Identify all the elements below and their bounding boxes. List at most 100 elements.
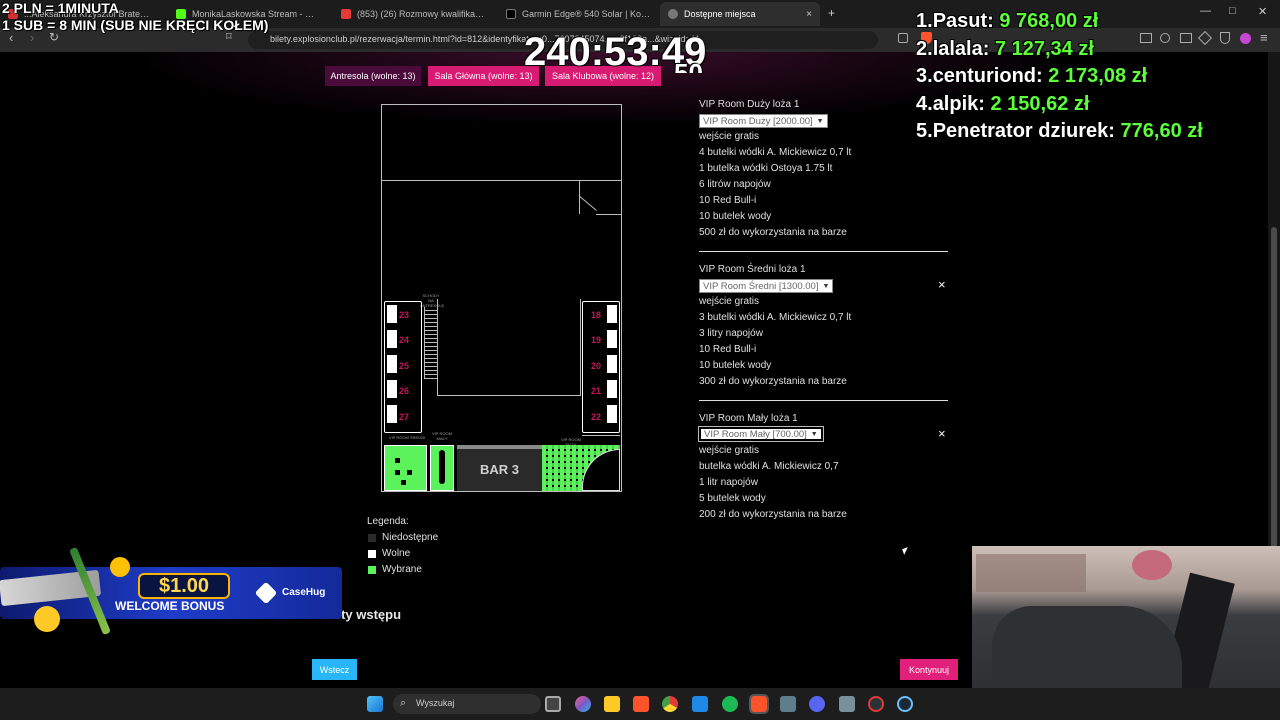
remove-icon[interactable]: ×	[938, 426, 946, 441]
reservation-title: VIP Room Duży loża 1	[699, 99, 800, 110]
garmin-icon	[506, 9, 516, 19]
share-icon[interactable]	[898, 33, 908, 43]
leaderboard-row: 5.Penetrator dziurek: 776,60 zł	[916, 120, 1203, 142]
legend-label: Wybrane	[382, 564, 422, 575]
seat-number[interactable]: 18	[591, 310, 601, 320]
browser-tab-active[interactable]: Dostępne miejsca ×	[660, 2, 820, 26]
vpn-icon[interactable]	[1220, 32, 1230, 44]
booth-seats-left	[387, 305, 397, 429]
maximize-icon[interactable]: □	[1229, 5, 1236, 17]
divider	[699, 400, 948, 401]
seat-dot	[401, 480, 406, 485]
tab-antresola[interactable]: Antresola (wolne: 13)	[325, 66, 421, 86]
browser-tab[interactable]: (853) (26) Rozmowy kwalifikacyjne pi	[333, 2, 495, 26]
webcam-shelf	[976, 554, 1086, 592]
obs-icon[interactable]	[868, 696, 884, 712]
package-item: 10 butelek wody	[699, 360, 772, 371]
notepad-icon[interactable]	[839, 696, 855, 712]
package-item: butelka wódki A. Mickiewicz 0,7	[699, 461, 839, 472]
taskbar-search[interactable]: ⌕ Wyszukaj	[393, 694, 541, 714]
plan-wall	[382, 180, 621, 181]
coin-icon	[110, 557, 130, 577]
plan-wall	[582, 435, 620, 436]
spotify-icon[interactable]	[722, 696, 738, 712]
package-item: 5 butelek wody	[699, 493, 766, 504]
discord-icon[interactable]	[809, 696, 825, 712]
vip-maly-select[interactable]: VIP Room Mały [700.00] ▼	[698, 426, 824, 442]
webcam-plush	[1132, 550, 1172, 580]
extensions-icon[interactable]	[1140, 33, 1152, 43]
plan-wall	[579, 196, 597, 211]
legend-swatch	[368, 550, 376, 558]
back-button[interactable]: Wstecz	[312, 659, 357, 680]
package-item: wejście gratis	[699, 445, 760, 456]
music-icon[interactable]	[1160, 33, 1170, 43]
package-item: 10 Red Bull-i	[699, 344, 757, 355]
minimize-icon[interactable]: —	[1200, 5, 1211, 17]
package-item: 300 zł do wykorzystania na barze	[699, 376, 847, 387]
vip-duzy-select[interactable]: VIP Room Duży [2000.00] ▼	[699, 114, 828, 128]
chevron-down-icon: ▼	[810, 430, 818, 438]
file-explorer-icon[interactable]	[604, 696, 620, 712]
seat-number[interactable]: 21	[591, 386, 601, 396]
legend-title: Legenda:	[367, 516, 409, 527]
reservation-title: VIP Room Mały loża 1	[699, 413, 798, 424]
seat-number[interactable]: 20	[591, 361, 601, 371]
package-item: wejście gratis	[699, 296, 760, 307]
close-tab-icon[interactable]: ×	[800, 9, 812, 20]
vip-srednie-label: VIP ROOM ŚREDNI	[388, 435, 426, 440]
package-item: 4 butelki wódki A. Mickiewicz 0,7 lt	[699, 147, 852, 158]
vip-sredni-select[interactable]: VIP Room Średni [1300.00] ▼	[699, 279, 834, 293]
seat-dot	[407, 470, 412, 475]
seat-number[interactable]: 22	[591, 412, 601, 422]
seat-number[interactable]: 23	[399, 310, 409, 320]
ad-amount: $1.00	[138, 573, 230, 599]
legend-swatch	[368, 534, 376, 542]
brave-active-icon[interactable]	[749, 694, 769, 714]
seat-number[interactable]: 19	[591, 335, 601, 345]
calculator-icon[interactable]	[780, 696, 796, 712]
browser-tab[interactable]: Garmin Edge® 540 Solar | Komputer	[498, 2, 660, 26]
windows-start-icon[interactable]	[367, 696, 383, 712]
package-item: 10 Red Bull-i	[699, 195, 757, 206]
leaderboard-row: 4.alpik: 2 150,62 zł	[916, 93, 1090, 115]
package-item: 1 litr napojów	[699, 477, 758, 488]
seat-number[interactable]: 27	[399, 412, 409, 422]
steam-icon[interactable]	[897, 696, 913, 712]
package-item: wejście gratis	[699, 131, 760, 142]
tab-sala-glowna[interactable]: Sala Główna (wolne: 13)	[428, 66, 539, 86]
chrome-icon[interactable]	[662, 696, 678, 712]
floor-plan: SCHODY NA ANTRESOLĘ 23 24 25 26 27 18 19…	[381, 104, 622, 492]
plan-wall	[437, 395, 581, 396]
chevron-down-icon: ▼	[816, 117, 824, 125]
stairs-label: SCHODY NA ANTRESOLĘ	[420, 293, 445, 308]
brave-icon[interactable]	[633, 696, 649, 712]
continue-button[interactable]: Kontynuuj	[900, 659, 958, 680]
overlay-rate-line1: 2 PLN = 1MINUTA	[2, 0, 119, 16]
vip-room-sredni[interactable]	[384, 445, 427, 491]
vip-room-maly[interactable]	[430, 445, 454, 491]
leaderboard-row: 1.Pasut: 9 768,00 zł	[916, 10, 1099, 32]
legend-swatch	[368, 566, 376, 574]
seat-dot	[395, 470, 400, 475]
seat-number[interactable]: 24	[399, 335, 409, 345]
legend-label: Niedostępne	[382, 532, 439, 543]
new-tab-button[interactable]: +	[828, 6, 835, 20]
menu-icon[interactable]: ≡	[1260, 30, 1268, 45]
seat-number[interactable]: 26	[399, 386, 409, 396]
ad-text: WELCOME BONUS	[115, 599, 225, 613]
close-window-icon[interactable]: ✕	[1258, 5, 1267, 18]
package-item: 6 litrów napojów	[699, 179, 771, 190]
leaderboard-row: 3.centuriond: 2 173,08 zł	[916, 65, 1148, 87]
copilot-icon[interactable]	[575, 696, 591, 712]
package-item: 3 litry napojów	[699, 328, 763, 339]
seat-number[interactable]: 25	[399, 361, 409, 371]
plan-wall	[580, 299, 581, 396]
wallet-icon[interactable]	[1180, 33, 1192, 43]
profile-icon[interactable]	[1240, 33, 1251, 44]
seat-dot	[395, 458, 400, 463]
store-icon[interactable]	[692, 696, 708, 712]
remove-icon[interactable]: ×	[938, 277, 946, 292]
task-view-icon[interactable]	[545, 696, 561, 712]
chevron-down-icon: ▼	[822, 282, 830, 290]
